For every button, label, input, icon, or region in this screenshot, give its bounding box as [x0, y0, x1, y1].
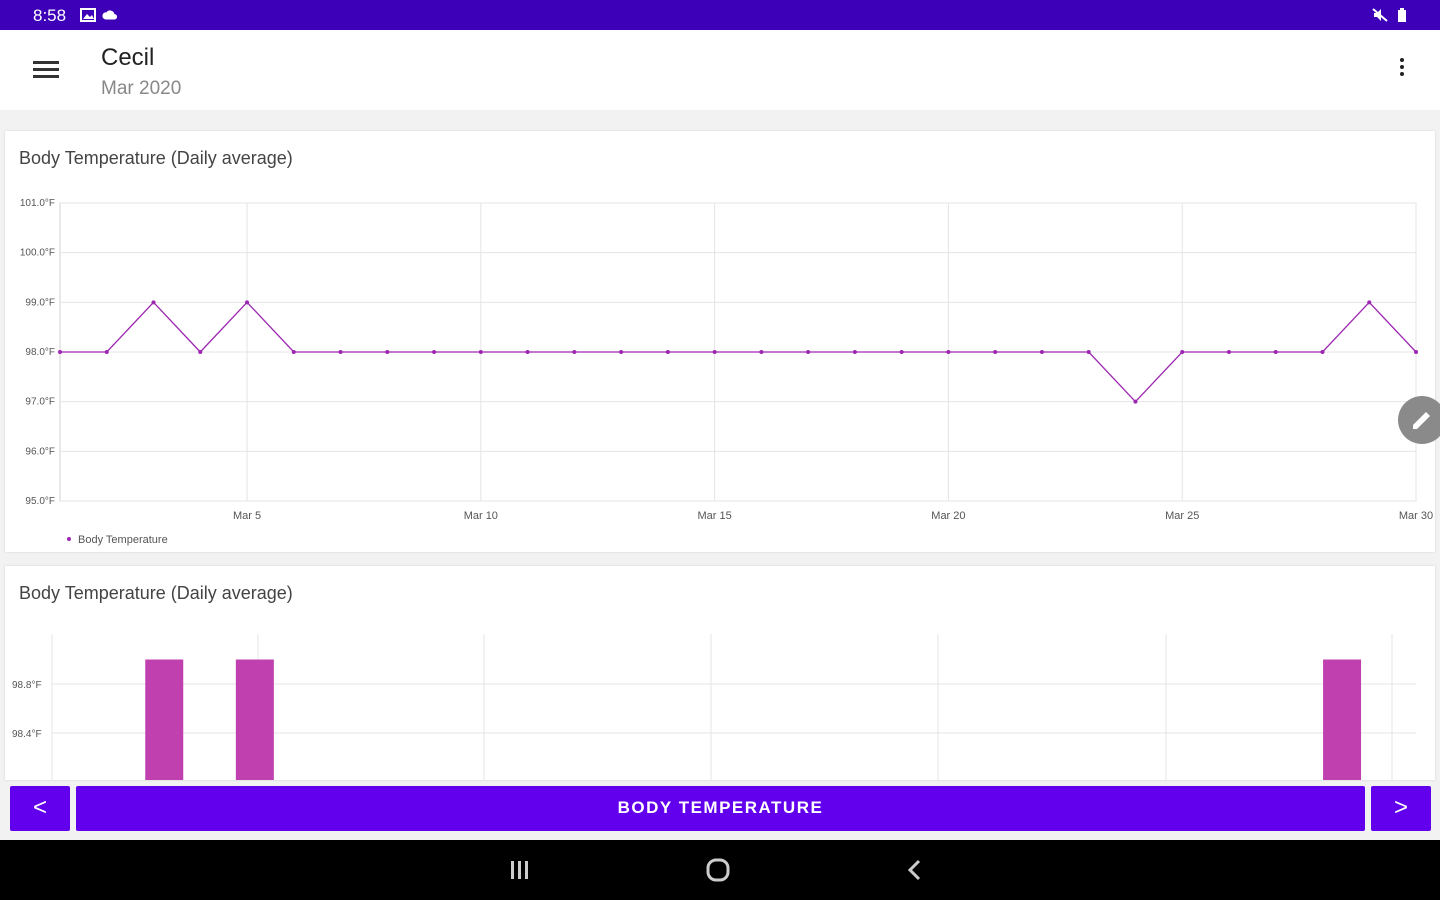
- home-icon[interactable]: [703, 857, 733, 883]
- data-point: [198, 350, 203, 354]
- back-icon[interactable]: [900, 857, 930, 883]
- recents-icon[interactable]: [505, 857, 535, 883]
- data-point: [291, 350, 296, 354]
- edit-fab[interactable]: [1398, 396, 1440, 444]
- bar-chart-card: Body Temperature (Daily average) 98.8°F 9…: [5, 566, 1435, 780]
- data-point: [432, 350, 437, 354]
- data-point: [1133, 399, 1138, 404]
- status-left-icons: [80, 8, 118, 22]
- data-point: [665, 350, 670, 354]
- data-point: [712, 350, 717, 354]
- status-bar: 8:58: [0, 0, 1440, 30]
- system-navigation-bar: [0, 840, 1440, 900]
- y-tick-label: 97.0°F: [25, 397, 55, 408]
- pencil-icon: [1413, 412, 1430, 429]
- y-tick-label: 101.0°F: [20, 198, 55, 209]
- bar: [1323, 659, 1362, 780]
- app-bar: Cecil Mar 2020: [0, 30, 1440, 110]
- y-tick-label: 98.8°F: [12, 680, 42, 691]
- x-tick-label: Mar 5: [233, 510, 261, 522]
- bar-chart: 98.8°F 98.4°F: [12, 634, 1416, 780]
- data-point: [1039, 350, 1044, 354]
- data-point: [1273, 350, 1278, 354]
- x-tick-label: Mar 10: [464, 510, 498, 522]
- y-tick-label: 99.0°F: [25, 297, 55, 308]
- page-subtitle: Mar 2020: [101, 78, 182, 99]
- mute-icon: [1372, 8, 1388, 22]
- data-point: [806, 350, 811, 354]
- battery-icon: [1398, 8, 1406, 22]
- y-tick-label: 95.0°F: [25, 496, 55, 507]
- metric-select-button[interactable]: BODY TEMPERATURE: [76, 786, 1365, 831]
- gallery-icon: [80, 8, 96, 22]
- overflow-menu-icon[interactable]: [1390, 55, 1414, 85]
- next-button[interactable]: >: [1371, 786, 1431, 831]
- x-tick-label: Mar 20: [931, 510, 965, 522]
- data-point: [338, 350, 343, 354]
- status-time: 8:58: [33, 6, 67, 25]
- data-point: [759, 350, 764, 354]
- data-point: [151, 300, 156, 305]
- data-point: [852, 350, 857, 354]
- data-point: [1180, 350, 1185, 354]
- legend-label: Body Temperature: [78, 534, 168, 546]
- previous-button[interactable]: <: [10, 786, 70, 831]
- menu-icon[interactable]: [31, 57, 61, 83]
- line-chart: 95.0°F 96.0°F 97.0°F 98.0°F 99.0°F 100.0°F 101…: [20, 198, 1433, 546]
- legend-marker: [67, 537, 71, 541]
- y-tick-label: 98.0°F: [25, 347, 55, 358]
- data-point: [478, 350, 483, 354]
- data-point: [1226, 350, 1231, 354]
- y-tick-label: 100.0°F: [20, 248, 55, 259]
- data-point: [1414, 350, 1418, 354]
- x-tick-label: Mar 30: [1399, 510, 1433, 522]
- data-point: [619, 350, 624, 354]
- data-point: [572, 350, 577, 354]
- x-tick-label: Mar 25: [1165, 510, 1199, 522]
- line-chart-card: Body Temperature (Daily average) 95.0°F 9…: [5, 131, 1435, 552]
- cloud-icon: [102, 10, 118, 20]
- bottom-button-bar: < BODY TEMPERATURE >: [0, 786, 1440, 832]
- y-tick-label: 96.0°F: [25, 446, 55, 457]
- data-point: [1320, 350, 1325, 354]
- data-point: [245, 300, 250, 305]
- data-point: [1086, 350, 1091, 354]
- data-point: [1367, 300, 1372, 305]
- data-point: [525, 350, 530, 354]
- data-point: [385, 350, 390, 354]
- bar: [235, 659, 274, 780]
- status-right-icons: [1372, 8, 1410, 22]
- y-tick-label: 98.4°F: [12, 729, 42, 740]
- bar: [145, 659, 184, 780]
- data-point: [946, 350, 951, 354]
- data-point: [993, 350, 998, 354]
- data-point: [58, 350, 62, 354]
- data-point: [899, 350, 904, 354]
- data-point: [104, 350, 109, 354]
- page-title: Cecil: [101, 44, 155, 71]
- x-tick-label: Mar 15: [697, 510, 731, 522]
